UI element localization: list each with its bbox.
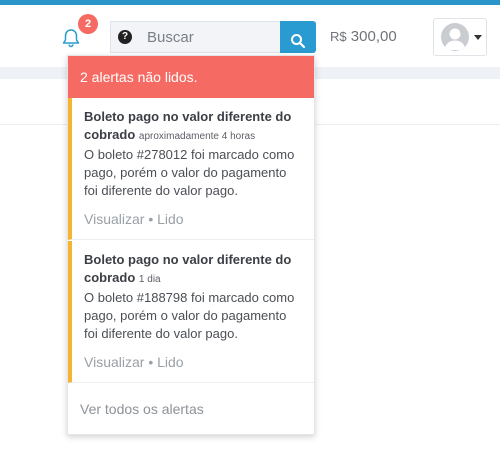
help-icon[interactable]: ? xyxy=(118,30,132,44)
alert-item: Boleto pago no valor diferente do cobrad… xyxy=(68,98,314,240)
view-alert-link[interactable]: Visualizar xyxy=(84,211,144,227)
view-all-alerts-link[interactable]: Ver todos os alertas xyxy=(68,383,314,435)
alert-actions: Visualizar • Lido xyxy=(84,353,302,371)
action-separator: • xyxy=(148,211,154,227)
alert-time: 1 dia xyxy=(138,274,161,285)
alert-body: O boleto #188798 foi marcado como pago, … xyxy=(84,290,295,341)
action-separator: • xyxy=(148,354,154,370)
account-balance: R$ 300,00 xyxy=(330,28,397,45)
search-input[interactable] xyxy=(110,21,280,53)
alerts-dropdown: 2 alertas não lidos. Boleto pago no valo… xyxy=(67,55,315,435)
user-menu-button[interactable] xyxy=(433,18,487,56)
mark-read-link[interactable]: Lido xyxy=(157,211,183,227)
view-alert-link[interactable]: Visualizar xyxy=(84,354,144,370)
search-button[interactable] xyxy=(280,21,316,53)
notifications-button[interactable] xyxy=(60,27,82,49)
mark-read-link[interactable]: Lido xyxy=(157,354,183,370)
alert-title: Boleto pago no valor diferente do cobrad… xyxy=(84,108,302,146)
alerts-header: 2 alertas não lidos. xyxy=(68,56,314,98)
caret-down-icon xyxy=(474,35,482,40)
balance-currency: R$ xyxy=(330,29,347,44)
alert-body: O boleto #278012 foi marcado como pago, … xyxy=(84,147,295,198)
alert-actions: Visualizar • Lido xyxy=(84,210,302,228)
alert-item: Boleto pago no valor diferente do cobrad… xyxy=(68,241,314,383)
alert-title: Boleto pago no valor diferente do cobrad… xyxy=(84,251,302,289)
user-avatar-icon xyxy=(441,23,469,51)
alert-time: aproximadamente 4 horas xyxy=(138,131,256,142)
balance-amount: 300,00 xyxy=(350,28,397,45)
alert-title-text: Boleto pago no valor diferente do cobrad… xyxy=(84,252,292,285)
search-icon xyxy=(291,34,306,49)
notification-count-badge: 2 xyxy=(78,14,98,34)
search-bar: ? xyxy=(110,21,316,53)
bell-icon xyxy=(62,29,80,48)
